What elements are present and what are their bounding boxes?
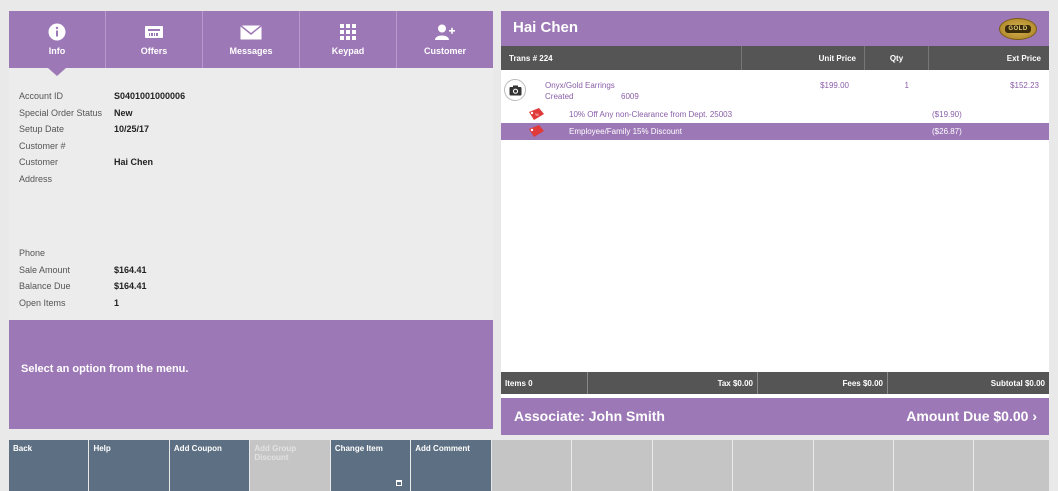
field-label: Balance Due xyxy=(19,281,71,292)
empty-button-slot xyxy=(893,440,974,491)
empty-button-slot xyxy=(572,440,652,491)
tab-customer[interactable]: Customer xyxy=(396,11,493,68)
tax-total: Tax $0.00 xyxy=(587,372,757,394)
change-item-label: Change Item xyxy=(334,444,383,453)
fees-total: Fees $0.00 xyxy=(757,372,887,394)
field-label: Sale Amount xyxy=(19,264,71,275)
info-tabs: Info Offers Messages Keypad Customer xyxy=(9,11,493,76)
field-label: Customer xyxy=(19,157,59,168)
add-customer-icon xyxy=(435,22,455,42)
customer-number-row: Customer # xyxy=(19,138,493,155)
info-icon xyxy=(48,22,66,42)
add-coupon-button[interactable]: Add Coupon xyxy=(169,440,250,491)
subtotal: Subtotal $0.00 xyxy=(887,372,1049,394)
discount-line-selected[interactable]: Employee/Family 15% Discount ($26.87) xyxy=(501,123,1049,140)
action-button-bar: Back Help Add Coupon Add Group Discount … xyxy=(9,440,1049,491)
tab-offers[interactable]: Offers xyxy=(105,11,202,68)
discount-line[interactable]: % 10% Off Any non-Clearance from Dept. 2… xyxy=(501,106,1049,123)
transaction-column-headers: Trans # 224 Unit Price Qty Ext Price xyxy=(501,46,1049,70)
tab-messages-label: Messages xyxy=(229,46,273,56)
open-items-row: Open Items 1 xyxy=(19,295,493,312)
discount-amount: ($19.90) xyxy=(932,110,962,119)
associate-name: Associate: John Smith xyxy=(514,408,665,424)
discount-tag-icon: % xyxy=(529,108,545,123)
items-count: Items 0 xyxy=(505,378,533,388)
item-ext-price: $152.23 xyxy=(1010,81,1039,90)
tab-customer-label: Customer xyxy=(423,46,466,56)
field-label: Customer # xyxy=(19,140,66,151)
address-row: Address xyxy=(19,171,493,188)
discount-text: Employee/Family 15% Discount xyxy=(569,127,682,136)
totals-bar: Items 0 Tax $0.00 Fees $0.00 Subtotal $0… xyxy=(501,372,1049,394)
customer-row: Customer Hai Chen xyxy=(19,154,493,171)
field-label: Open Items xyxy=(19,297,66,308)
item-unit-price: $199.00 xyxy=(820,81,849,90)
special-order-status-row: Special Order Status New xyxy=(19,105,493,122)
transaction-panel: Hai Chen GOLD Trans # 224 Unit Price Qty… xyxy=(501,11,1049,435)
gold-loyalty-logo: GOLD xyxy=(999,18,1037,40)
account-id-value: S0401001000006 xyxy=(114,91,186,102)
item-code: 6009 xyxy=(621,92,639,101)
col-trans-number: Trans # 224 xyxy=(509,53,553,63)
tab-messages[interactable]: Messages xyxy=(202,11,299,68)
customer-name-title: Hai Chen xyxy=(513,19,579,36)
tag-glyph: % xyxy=(535,112,539,117)
balance-due-value: $164.41 xyxy=(114,281,147,292)
col-unit-price: Unit Price xyxy=(741,46,864,70)
empty-button-slot xyxy=(813,440,893,491)
setup-date-value: 10/25/17 xyxy=(114,124,150,135)
tab-info[interactable]: Info xyxy=(9,11,105,76)
keypad-icon xyxy=(340,22,356,42)
field-label: Special Order Status xyxy=(19,107,103,118)
customer-value: Hai Chen xyxy=(114,157,154,168)
discount-amount: ($26.87) xyxy=(932,127,962,136)
item-qty: 1 xyxy=(904,81,909,90)
account-id-row: Account ID S0401001000006 xyxy=(19,88,493,105)
tab-keypad[interactable]: Keypad xyxy=(299,11,396,68)
envelope-icon xyxy=(240,22,262,42)
add-comment-button[interactable]: Add Comment xyxy=(411,440,491,491)
sale-amount-value: $164.41 xyxy=(114,264,147,275)
gold-logo-text: GOLD xyxy=(1005,25,1031,33)
field-label: Setup Date xyxy=(19,124,65,135)
tab-info-label: Info xyxy=(48,46,66,56)
special-order-status-value: New xyxy=(114,107,133,118)
discount-text: 10% Off Any non-Clearance from Dept. 250… xyxy=(569,110,733,119)
balance-due-row: Balance Due $164.41 xyxy=(19,278,493,295)
empty-button-slot xyxy=(652,440,733,491)
empty-button-slot xyxy=(974,440,1049,491)
field-label: Phone xyxy=(19,248,46,259)
camera-icon xyxy=(504,79,526,101)
account-details: Account ID S0401001000006 Special Order … xyxy=(9,68,493,311)
tab-offers-label: Offers xyxy=(140,46,168,56)
transaction-footer: Associate: John Smith Amount Due $0.00 › xyxy=(501,398,1049,435)
col-qty: Qty xyxy=(864,46,928,70)
transaction-header: Hai Chen GOLD xyxy=(501,11,1049,46)
offers-icon xyxy=(144,22,164,42)
prompt-message: Select an option from the menu. xyxy=(9,320,493,429)
field-label: Address xyxy=(19,173,53,184)
customer-info-panel: Info Offers Messages Keypad Customer Acc… xyxy=(9,11,493,429)
open-items-value: 1 xyxy=(114,297,120,308)
help-button[interactable]: Help xyxy=(89,440,169,491)
col-ext-price: Ext Price xyxy=(928,46,1049,70)
back-button[interactable]: Back xyxy=(9,440,89,491)
discount-tag-icon xyxy=(529,125,545,140)
line-item[interactable]: Onyx/Gold Earrings Created 6009 $199.00 … xyxy=(501,70,1049,106)
field-label: Account ID xyxy=(19,91,64,102)
phone-row: Phone xyxy=(19,245,493,262)
setup-date-row: Setup Date 10/25/17 xyxy=(19,121,493,138)
add-group-discount-button[interactable]: Add Group Discount xyxy=(250,440,330,491)
item-status: Created xyxy=(545,92,574,101)
amount-due-button[interactable]: Amount Due $0.00 › xyxy=(906,408,1037,424)
empty-button-slot xyxy=(491,440,572,491)
submenu-icon xyxy=(396,480,403,486)
empty-button-slot xyxy=(733,440,813,491)
item-name: Onyx/Gold Earrings xyxy=(545,81,615,90)
tab-keypad-label: Keypad xyxy=(331,46,365,56)
sale-amount-row: Sale Amount $164.41 xyxy=(19,262,493,279)
change-item-button[interactable]: Change Item xyxy=(330,440,411,491)
